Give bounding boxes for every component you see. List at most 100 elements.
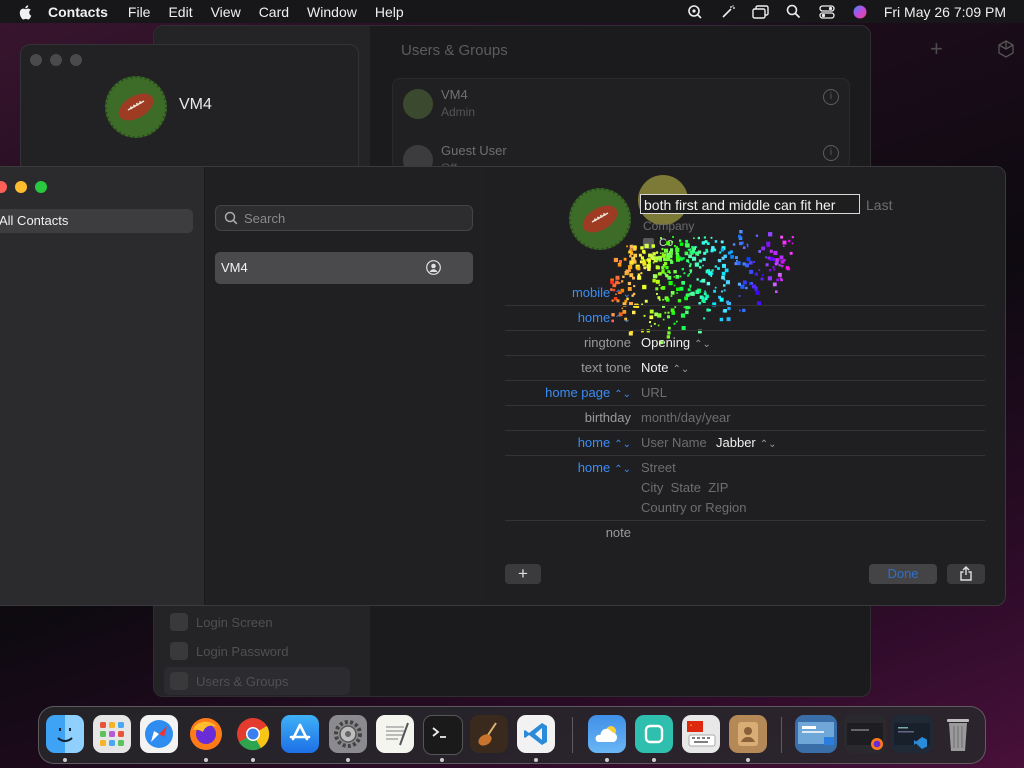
chrome-icon[interactable] [234, 715, 272, 753]
confetti-particle [642, 249, 646, 254]
menu-view[interactable]: View [211, 4, 241, 20]
confetti-particle [661, 248, 664, 251]
contact-detail-pane: both first and middle can fit her Last C… [485, 167, 1005, 605]
system-settings-icon[interactable] [329, 715, 367, 753]
confetti-particle [675, 252, 678, 255]
contact-list-name: VM4 [221, 260, 248, 275]
finder-icon[interactable] [46, 715, 84, 753]
menu-card[interactable]: Card [259, 4, 289, 20]
textedit-icon[interactable] [376, 715, 414, 753]
safari-icon[interactable] [140, 715, 178, 753]
terminal-icon[interactable] [423, 715, 463, 755]
confetti-particle [628, 265, 633, 270]
launchpad-icon[interactable] [93, 715, 131, 753]
settings-sidebar-item[interactable]: Login Password [164, 637, 350, 665]
screen-magnifier-icon[interactable] [685, 4, 705, 20]
app-icon[interactable] [635, 715, 673, 753]
note-row: note [505, 520, 985, 545]
contacts-app-icon[interactable] [729, 715, 767, 753]
confetti-particle [673, 276, 675, 278]
sidebar-item-all-contacts[interactable]: All Contacts [0, 209, 193, 233]
spotlight-search-icon[interactable] [784, 4, 804, 20]
birthday-field[interactable]: month/day/year [641, 410, 731, 425]
confetti-particle [699, 266, 702, 269]
info-icon[interactable]: i [823, 145, 839, 161]
phone-label-popup[interactable]: home ⌃⌄ [505, 310, 631, 325]
last-name-field[interactable]: Last [866, 197, 892, 213]
confetti-particle [688, 273, 691, 275]
users-icon [170, 672, 188, 690]
confetti-particle [703, 236, 706, 239]
url-label-popup[interactable]: home page ⌃⌄ [505, 385, 631, 400]
done-button[interactable]: Done [869, 564, 937, 584]
confetti-particle [772, 266, 775, 269]
zoom-button[interactable] [70, 54, 82, 66]
confetti-particle [647, 258, 651, 263]
user-row[interactable]: VM4 Admin i [393, 79, 849, 129]
url-field[interactable]: URL [641, 385, 667, 400]
info-icon[interactable]: i [823, 89, 839, 105]
address-label-popup[interactable]: home ⌃⌄ [505, 460, 631, 475]
share-icon [960, 566, 972, 581]
im-service-popup[interactable]: Jabber ⌃⌄ [716, 435, 777, 450]
confetti-particle [679, 275, 682, 278]
apple-menu-icon[interactable] [18, 4, 34, 20]
settings-sidebar-item-selected[interactable]: Users & Groups [164, 667, 350, 695]
birthday-row: birthday month/day/year [505, 405, 985, 431]
menu-file[interactable]: File [128, 4, 151, 20]
menu-app-contacts[interactable]: Contacts [48, 4, 108, 20]
confetti-particle [777, 272, 782, 277]
trash-icon[interactable] [939, 715, 977, 753]
control-center-icon[interactable] [817, 4, 837, 20]
confetti-particle [697, 250, 702, 254]
contacts-list-pane: Search VM4 [205, 167, 486, 605]
add-field-button[interactable]: + [505, 564, 541, 584]
confetti-particle [761, 274, 764, 277]
close-button[interactable] [0, 181, 7, 193]
share-button[interactable] [947, 564, 985, 584]
weather-icon[interactable] [588, 715, 626, 753]
menu-window[interactable]: Window [307, 4, 357, 20]
vscode-icon[interactable] [517, 715, 555, 753]
app-store-icon[interactable] [281, 715, 319, 753]
street-field[interactable]: Street [641, 460, 676, 475]
menu-edit[interactable]: Edit [168, 4, 192, 20]
dock-separator [781, 717, 782, 753]
first-name-field[interactable]: both first and middle can fit her [640, 194, 860, 214]
im-username-field[interactable]: User Name [641, 435, 707, 450]
ringtone-popup[interactable]: Opening ⌃⌄ [641, 335, 711, 350]
confetti-particle [703, 251, 707, 255]
confetti-particle [687, 274, 690, 277]
screenshot-thumbnail-icon[interactable] [795, 715, 837, 753]
siri-icon[interactable] [850, 4, 870, 20]
keyboard-input-icon[interactable] [682, 715, 720, 753]
search-field[interactable]: Search [215, 205, 473, 231]
minimize-button[interactable] [50, 54, 62, 66]
country-field[interactable]: Country or Region [641, 500, 747, 515]
confetti-particle [736, 261, 741, 266]
minimize-button[interactable] [15, 181, 27, 193]
magic-wand-icon[interactable] [718, 4, 738, 20]
close-button[interactable] [30, 54, 42, 66]
phone-label-popup[interactable]: mobile ⌃⌄ [505, 285, 631, 300]
settings-sidebar-item[interactable]: Login Screen [164, 608, 350, 636]
confetti-particle [618, 260, 622, 264]
window-switch-icon[interactable] [751, 4, 771, 20]
menubar-clock[interactable]: Fri May 26 7:09 PM [884, 4, 1006, 20]
city-state-zip-field[interactable]: City State ZIP [641, 480, 728, 495]
cube-icon[interactable] [997, 40, 1015, 58]
confetti-particle [655, 258, 657, 261]
menu-help[interactable]: Help [375, 4, 404, 20]
confetti-particle [683, 272, 686, 275]
confetti-particle [665, 274, 669, 278]
add-icon[interactable]: + [930, 36, 943, 62]
instruments-icon[interactable] [470, 715, 508, 753]
contact-list-item[interactable]: VM4 [215, 252, 473, 284]
im-label-popup[interactable]: home ⌃⌄ [505, 435, 631, 450]
zoom-button[interactable] [35, 181, 47, 193]
firefox-window-thumbnail-icon[interactable] [844, 715, 886, 753]
text-tone-popup[interactable]: Note ⌃⌄ [641, 360, 689, 375]
firefox-icon[interactable] [187, 715, 225, 753]
vscode-window-thumbnail-icon[interactable] [891, 715, 933, 753]
sidebar-item-label: Login Screen [196, 614, 273, 630]
